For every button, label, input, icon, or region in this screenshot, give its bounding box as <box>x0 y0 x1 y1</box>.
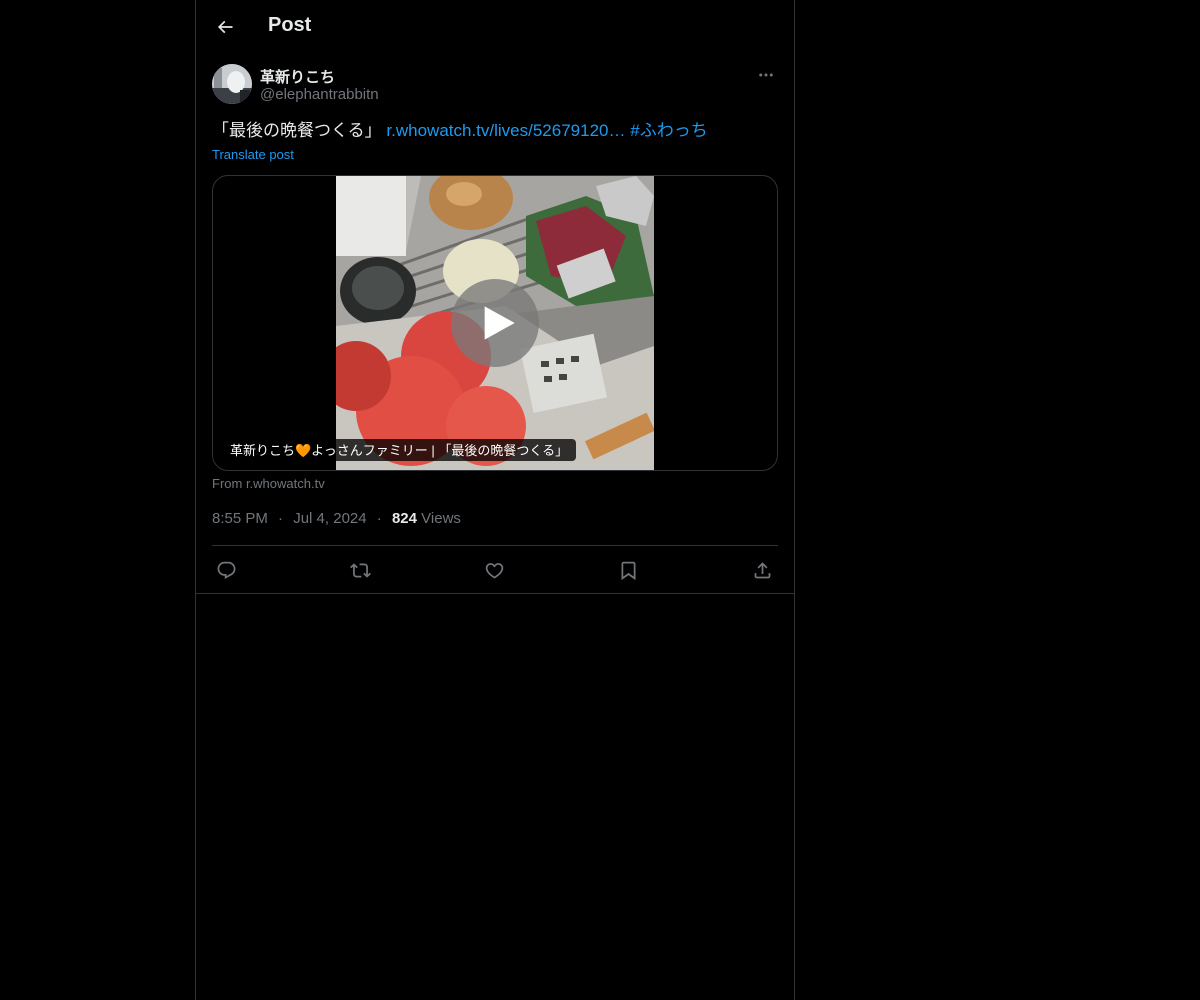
bookmark-icon <box>621 561 635 580</box>
arrow-left-icon <box>217 20 233 34</box>
video-caption: 革新りこち🧡よっさんファミリー | 「最後の晩餐つくる」 <box>223 439 577 461</box>
post-hashtag[interactable]: #ふわっち <box>630 121 707 140</box>
page-title: Post <box>268 14 312 36</box>
back-button[interactable] <box>208 10 242 44</box>
heart-icon <box>485 562 503 579</box>
post-time[interactable]: 8:55 PM <box>212 510 268 527</box>
share-icon <box>754 561 770 578</box>
play-icon <box>484 306 515 340</box>
author-handle[interactable]: @elephantrabbitn <box>260 86 379 103</box>
repost-button[interactable] <box>347 557 373 583</box>
reply-icon <box>217 561 235 579</box>
more-horizontal-icon <box>759 73 773 77</box>
bookmark-button[interactable] <box>615 557 641 583</box>
avatar[interactable] <box>212 64 252 104</box>
post-link[interactable]: r.whowatch.tv/lives/52679120… <box>386 121 625 140</box>
action-bar <box>212 557 778 583</box>
page-header: Post <box>196 0 794 54</box>
views-label: Views <box>421 510 461 527</box>
share-button[interactable] <box>749 557 775 583</box>
media-source[interactable]: From r.whowatch.tv <box>212 476 325 491</box>
post-date[interactable]: Jul 4, 2024 <box>293 510 366 527</box>
more-options-button[interactable] <box>754 64 778 86</box>
main-column: Post 革新りこち @elephantrabbitn 「最後の晩餐つくる」 r… <box>195 0 795 1000</box>
video-card[interactable]: 革新りこち🧡よっさんファミリー | 「最後の晩餐つくる」 <box>212 175 778 471</box>
like-button[interactable] <box>481 557 507 583</box>
divider <box>196 593 794 594</box>
divider <box>212 545 778 546</box>
play-button[interactable] <box>451 279 539 367</box>
avatar-image <box>212 64 252 104</box>
post-metadata: 8:55 PM · Jul 4, 2024 · 824 Views <box>212 510 461 527</box>
post-text: 「最後の晩餐つくる」 r.whowatch.tv/lives/52679120…… <box>212 120 778 142</box>
author-display-name[interactable]: 革新りこち <box>260 66 335 87</box>
reply-button[interactable] <box>213 557 239 583</box>
separator-dot: · <box>376 510 382 527</box>
post-author: 革新りこち @elephantrabbitn <box>212 64 778 108</box>
separator-dot: · <box>278 510 284 527</box>
views-count: 824 <box>391 510 417 527</box>
post-body-text: 「最後の晩餐つくる」 <box>212 121 382 140</box>
translate-post-link[interactable]: Translate post <box>212 147 294 162</box>
repost-icon <box>349 562 371 578</box>
